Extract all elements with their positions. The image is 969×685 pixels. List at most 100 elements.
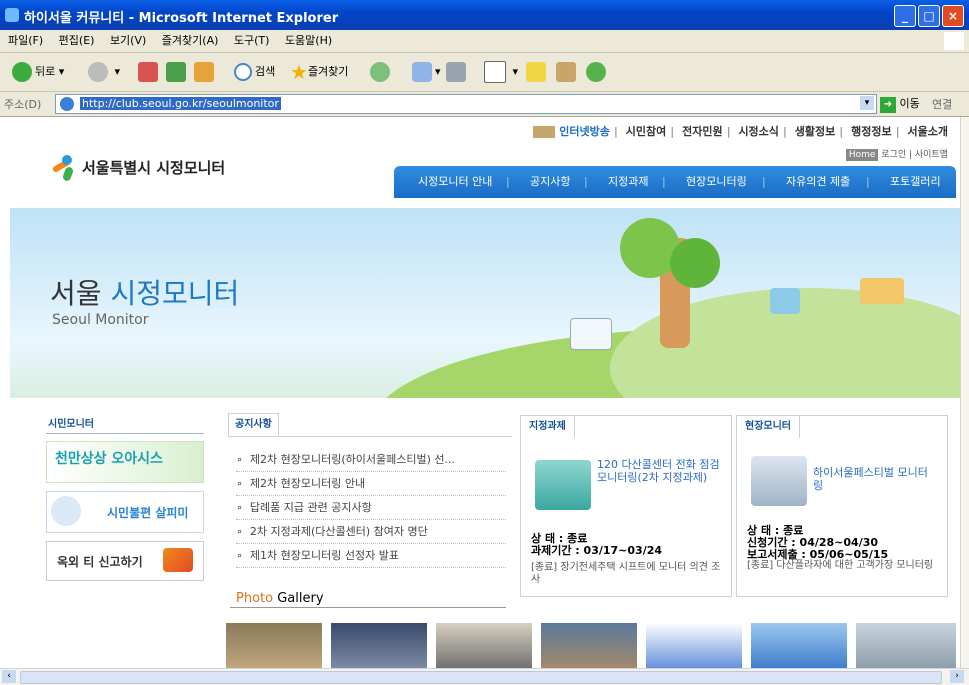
- home-link[interactable]: Home: [845, 149, 879, 161]
- gallery-photo-7[interactable]: [856, 623, 956, 668]
- print-icon: [446, 62, 466, 82]
- gallery-photo-5[interactable]: [646, 623, 742, 668]
- top-link-admin[interactable]: 행정정보: [851, 125, 891, 138]
- gnb-task[interactable]: 지정과제: [608, 166, 648, 198]
- gnb-guide[interactable]: 시정모니터 안내: [418, 166, 492, 198]
- banner-report[interactable]: 옥외 티 신고하기: [46, 541, 204, 581]
- maximize-icon[interactable]: □: [918, 5, 940, 27]
- gallery-photo-2[interactable]: [331, 623, 427, 668]
- back-icon: [12, 62, 32, 82]
- task-title[interactable]: 지정과제: [520, 415, 575, 438]
- gallery-photo-4[interactable]: [541, 623, 637, 668]
- person-icon: [51, 496, 81, 526]
- scroll-thumb[interactable]: [20, 671, 942, 684]
- address-bar: 주소(D) http://club.seoul.go.kr/seoulmonit…: [0, 92, 969, 117]
- go-button[interactable]: ➜ 이동: [880, 95, 920, 113]
- notice-title[interactable]: 공지사항: [228, 413, 279, 436]
- folder-icon: [526, 62, 546, 82]
- mail-button[interactable]: ▾: [412, 61, 441, 83]
- search-button[interactable]: 검색: [234, 61, 275, 83]
- favorites-button[interactable]: ★즐겨찾기: [290, 61, 348, 83]
- scroll-left-icon[interactable]: ‹: [2, 670, 16, 683]
- list-item[interactable]: ∘ 2차 지정과제(다산콜센터) 참여자 명단: [236, 521, 506, 544]
- login-link[interactable]: 로그인: [881, 150, 906, 160]
- address-label: 주소(D): [4, 98, 42, 111]
- site-logo[interactable]: 서울특별시 시정모니터: [82, 157, 225, 178]
- window-title: 하이서울 커뮤니티 - Microsoft Internet Explorer: [24, 11, 339, 26]
- task-section: 지정과제 120 다산콜센터 전화 점검 모니터링(2차 지정과제) 상 태 :…: [520, 415, 732, 597]
- gnb-notice[interactable]: 공지사항: [530, 166, 570, 198]
- home-button[interactable]: [194, 61, 217, 83]
- minimize-icon[interactable]: _: [894, 5, 916, 27]
- house-illustration: [570, 318, 612, 350]
- main-banner: 서울 시정모니터 Seoul Monitor: [10, 208, 960, 398]
- vertical-scrollbar[interactable]: [960, 117, 969, 668]
- window-title-bar[interactable]: 하이서울 커뮤니티 - Microsoft Internet Explorer …: [0, 0, 969, 30]
- gallery-photo-1[interactable]: [226, 623, 322, 668]
- stop-icon: [138, 62, 158, 82]
- field-headline[interactable]: 하이서울페스티벌 모니터링: [813, 466, 937, 492]
- menu-bar: 파일(F) 편집(E) 보기(V) 즐겨찾기(A) 도구(T) 도움말(H): [0, 30, 969, 53]
- scroll-right-icon[interactable]: ›: [950, 670, 964, 683]
- task-previous[interactable]: [종료] 장기전세주택 시프트에 모니터 의견 조사: [531, 562, 725, 586]
- gallery-photo-6[interactable]: [751, 623, 847, 668]
- menu-favorites[interactable]: 즐겨찾기(A): [162, 30, 219, 52]
- top-link-life[interactable]: 생활정보: [795, 125, 835, 138]
- history-button[interactable]: [370, 61, 393, 83]
- links-label[interactable]: 연결: [932, 96, 952, 112]
- ie-icon: [5, 8, 19, 22]
- gnb-opinion[interactable]: 자유의견 제출: [786, 166, 850, 198]
- top-link-news[interactable]: 시정소식: [738, 125, 778, 138]
- close-icon[interactable]: ×: [942, 5, 964, 27]
- top-link-minwon[interactable]: 전자민원: [682, 125, 722, 138]
- gallery-title[interactable]: Photo Gallery: [236, 591, 324, 606]
- list-item[interactable]: ∘ 제1차 현장모니터링 선정자 발표: [236, 545, 506, 568]
- stop-button[interactable]: [138, 61, 161, 83]
- notice-section: 공지사항 ∘ 제2차 현장모니터링(하이서울페스티벌) 선... ∘ 제2차 현…: [228, 413, 512, 593]
- forward-button[interactable]: ▾: [88, 61, 120, 83]
- top-link-participation[interactable]: 시민참여: [626, 125, 666, 138]
- forward-icon: [88, 62, 108, 82]
- list-item[interactable]: ∘ 제2차 현장모니터링 안내: [236, 473, 506, 496]
- messenger-button[interactable]: [586, 61, 609, 83]
- refresh-button[interactable]: [166, 61, 189, 83]
- search-icon: [234, 63, 252, 81]
- edit-button[interactable]: ▾: [484, 61, 518, 83]
- top-link-about[interactable]: 서울소개: [908, 125, 948, 138]
- address-dropdown-icon[interactable]: ▾: [860, 96, 874, 110]
- gallery-photo-3[interactable]: [436, 623, 532, 668]
- word-icon: [484, 61, 506, 83]
- gnb-photo[interactable]: 포토갤러리: [890, 166, 941, 198]
- menu-help[interactable]: 도움말(H): [285, 30, 332, 52]
- menu-edit[interactable]: 편집(E): [59, 30, 95, 52]
- page-icon: [60, 97, 74, 111]
- menu-view[interactable]: 보기(V): [110, 30, 146, 52]
- go-arrow-icon: ➜: [880, 97, 896, 113]
- refresh-icon: [166, 62, 186, 82]
- task-headline[interactable]: 120 다산콜센터 전화 점검 모니터링(2차 지정과제): [597, 458, 727, 484]
- banner-oasis[interactable]: 천만상상 오아시스: [46, 441, 204, 483]
- menu-tools[interactable]: 도구(T): [234, 30, 270, 52]
- gnb-field[interactable]: 현장모니터링: [686, 166, 747, 198]
- web-page: 서울특별시 시정모니터 인터넷방송 | 시민참여 | 전자민원 | 시정소식 | 생활정…: [0, 117, 960, 668]
- banner-salpimi[interactable]: 시민불편 살피미: [46, 491, 204, 533]
- menu-file[interactable]: 파일(F): [8, 30, 43, 52]
- computer-icon: [535, 460, 591, 510]
- sitemap-link[interactable]: 사이트맵: [915, 150, 948, 160]
- horizontal-scrollbar[interactable]: ‹ ›: [0, 668, 969, 685]
- research-button[interactable]: [556, 61, 579, 83]
- windows-logo-icon: [944, 32, 964, 50]
- field-previous[interactable]: [종료] 다산플라자에 대한 고객가장 모니터링: [747, 560, 941, 572]
- banner-title: 서울 시정모니터: [50, 277, 240, 310]
- discuss-button[interactable]: [526, 61, 549, 83]
- field-title[interactable]: 현장모니터: [736, 415, 800, 438]
- list-item[interactable]: ∘ 제2차 현장모니터링(하이서울페스티벌) 선...: [236, 449, 506, 472]
- banner-subtitle: Seoul Monitor: [52, 312, 149, 328]
- back-button[interactable]: 뒤로 ▾: [12, 61, 64, 83]
- list-item[interactable]: ∘ 답례품 지급 관련 공지사항: [236, 497, 506, 520]
- address-input[interactable]: http://club.seoul.go.kr/seoulmonitor ▾: [55, 94, 877, 114]
- mail-icon: [412, 62, 432, 82]
- print-button[interactable]: [446, 61, 469, 83]
- task-period: 과제기간 : 03/17~03/24: [531, 544, 663, 557]
- top-link-broadcast[interactable]: 인터넷방송: [559, 125, 610, 138]
